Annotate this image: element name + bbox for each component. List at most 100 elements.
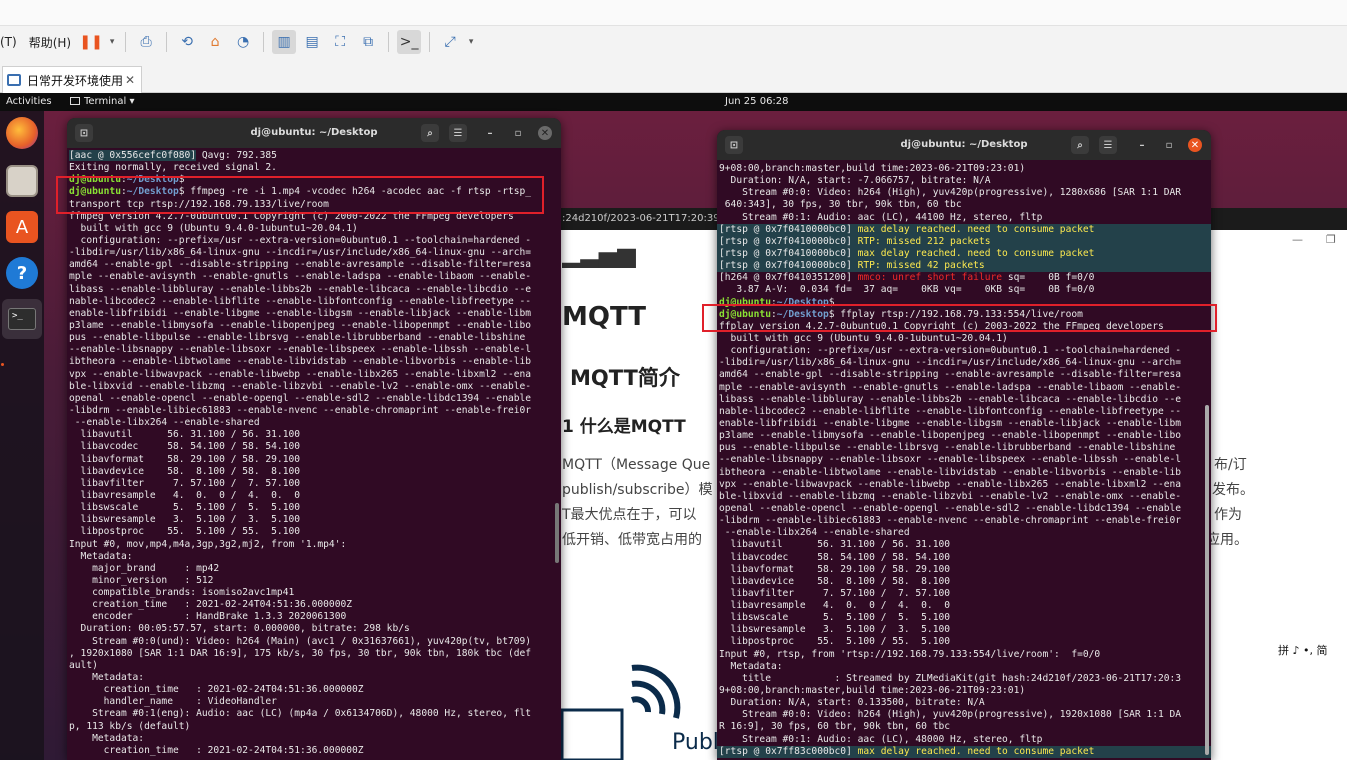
firefox-icon[interactable] — [6, 117, 38, 149]
terminal-line: Exiting normally, received signal 2. — [67, 162, 561, 174]
terminal-line: [rtsp @ 0x7ff83c000bc0] max delay reache… — [717, 745, 1211, 758]
ime-indicator[interactable]: 拼 ♪ •, 简 — [1278, 642, 1328, 658]
gnome-top-bar: Activities Terminal ▾ Jun 25 06:28 — [0, 93, 1347, 111]
menu-tools[interactable]: (T) — [0, 35, 23, 49]
terminal-output[interactable]: 9+08:00,branch:master,build time:2023-06… — [717, 163, 1211, 760]
terminal-text: [h264 @ 0x7f0410351200] — [719, 272, 852, 284]
scrollbar[interactable] — [1205, 405, 1209, 755]
article-para: 低开销、低带宽占用的 — [562, 532, 702, 548]
terminal-line: major_brand : mp42 — [67, 563, 561, 575]
terminal-text: Duration: 00:05:57.57, start: 0.000000, … — [69, 623, 410, 635]
terminal-line: 9+08:00,branch:master,build time:2023-06… — [717, 163, 1211, 175]
terminal-dock-item[interactable]: >_ — [2, 299, 42, 339]
maximize-icon[interactable]: ❐ — [1326, 233, 1336, 246]
terminal-icon: >_ — [8, 308, 36, 330]
sidebar-view-icon[interactable]: ▥ — [272, 30, 297, 54]
terminal-line: built with gcc 9 (Ubuntu 9.4.0-1ubuntu1~… — [717, 333, 1211, 345]
app-menu-label: Terminal ▾ — [84, 96, 135, 107]
terminal-line: encoder : HandBrake 1.3.3 2020061300 — [67, 611, 561, 623]
pause-icon[interactable]: ❚❚ — [79, 30, 103, 54]
terminal-text: mple --enable-avisynth --enable-gnutls -… — [719, 381, 1182, 393]
terminal-line: Duration: N/A, start: -7.066757, bitrate… — [717, 175, 1211, 187]
close-icon[interactable]: ✕ — [125, 73, 135, 87]
terminal-text: ibtheora --enable-libtwolame --enable-li… — [719, 466, 1182, 478]
search-icon[interactable]: ⌕ — [421, 124, 439, 142]
activities-button[interactable]: Activities — [6, 96, 52, 107]
terminal-line: libavcodec 58. 54.100 / 58. 54.100 — [717, 552, 1211, 564]
minimize-icon[interactable]: – — [1135, 138, 1149, 152]
terminal-line: libavdevice 58. 8.100 / 58. 8.100 — [67, 466, 561, 478]
terminal-text: libavfilter 7. 57.100 / 7. 57.100 — [719, 587, 951, 599]
terminal-line: Input #0, mov,mp4,m4a,3gp,3g2,mj2, from … — [67, 539, 561, 551]
terminal-text: handler_name : VideoHandler — [69, 696, 277, 708]
close-icon[interactable]: ✕ — [1188, 138, 1202, 152]
terminal-line: nable-libcodec2 --enable-libflite --enab… — [67, 296, 561, 308]
minimize-icon[interactable]: — — [1292, 233, 1303, 246]
software-icon[interactable]: A — [6, 211, 38, 243]
article-para-tail: 作为 — [1214, 507, 1242, 523]
terminal-text: RTP: missed 42 packets — [851, 260, 985, 272]
terminal-header-bar: ⊡ dj@ubuntu: ~/Desktop ⌕ ☰ – ▫ ✕ — [717, 130, 1211, 160]
left-terminal-window[interactable]: ⊡ dj@ubuntu: ~/Desktop ⌕ ☰ – ▫ ✕ [aac @ … — [67, 118, 561, 760]
app-menu[interactable]: Terminal ▾ — [70, 96, 134, 107]
vm-tab[interactable]: 日常开发环境使用 ✕ — [2, 66, 142, 93]
scrollbar[interactable] — [555, 503, 559, 563]
stretch-icon[interactable]: ⤢ — [438, 30, 462, 54]
terminal-text: ble-libxvid --enable-libzmq --enable-lib… — [719, 490, 1182, 502]
terminal-line: --enable-libx264 --enable-shared — [67, 417, 561, 429]
snapshot-manager-icon[interactable]: ◔ — [231, 30, 255, 54]
fullscreen-icon[interactable]: ⛶ — [328, 30, 352, 54]
terminal-output[interactable]: [aac @ 0x556cefc0f080] Qavg: 792.385 Exit… — [67, 150, 561, 760]
files-icon[interactable] — [6, 165, 38, 197]
terminal-line: --enable-libsnappy --enable-libsoxr --en… — [717, 454, 1211, 466]
maximize-icon[interactable]: ▫ — [1162, 138, 1176, 152]
terminal-line: -libdir=/usr/lib/x86_64-linux-gnu --incd… — [67, 247, 561, 259]
terminal-line: ibtheora --enable-libtwolame --enable-li… — [67, 356, 561, 368]
tabs-view-icon[interactable]: ▤ — [300, 30, 324, 54]
terminal-text: ble-libxvid --enable-libzmq --enable-lib… — [69, 380, 532, 392]
terminal-line: Metadata: — [67, 672, 561, 684]
toolbar-separator — [263, 32, 265, 52]
right-terminal-window[interactable]: ⊡ dj@ubuntu: ~/Desktop ⌕ ☰ – ▫ ✕ 9+08:00… — [717, 130, 1211, 760]
search-icon[interactable]: ⌕ — [1071, 136, 1089, 154]
chevron-down-icon[interactable]: ▾ — [107, 30, 117, 54]
hamburger-menu-icon[interactable]: ☰ — [449, 124, 467, 142]
terminal-text: R 16:9], 30 fps, 60 tbr, 90k tbn, 60 tbc — [719, 721, 951, 733]
terminal-text: Input #0, mov,mp4,m4a,3gp,3g2,mj2, from … — [69, 538, 347, 550]
terminal-text: [rtsp @ 0x7f0410000bc0] — [719, 247, 852, 259]
terminal-line: -libdir=/usr/lib/x86_64-linux-gnu --incd… — [717, 357, 1211, 369]
console-view-icon[interactable]: >_ — [397, 30, 422, 54]
send-keys-icon[interactable]: ⎙ — [134, 30, 158, 54]
terminal-line: amd64 --enable-gpl --disable-stripping -… — [67, 259, 561, 271]
terminal-text: openal --enable-opencl --enable-opengl -… — [719, 502, 1182, 514]
revert-snapshot-icon[interactable]: ⌂ — [203, 30, 227, 54]
terminal-line: nable-libcodec2 --enable-libflite --enab… — [717, 406, 1211, 418]
terminal-text: amd64 --enable-gpl --disable-stripping -… — [719, 369, 1182, 381]
unity-icon[interactable]: ⧉ — [356, 30, 380, 54]
help-icon[interactable]: ? — [6, 257, 38, 289]
terminal-line: p3lame --enable-libmysofa --enable-libop… — [67, 320, 561, 332]
terminal-line: vpx --enable-libwavpack --enable-libwebp… — [67, 369, 561, 381]
terminal-line: libavcodec 58. 54.100 / 58. 54.100 — [67, 441, 561, 453]
terminal-text: Metadata: — [69, 672, 145, 684]
menu-help[interactable]: 帮助(H) — [29, 34, 77, 51]
terminal-line: configuration: --prefix=/usr --extra-ver… — [717, 345, 1211, 357]
close-icon[interactable]: ✕ — [538, 126, 552, 140]
chevron-down-icon[interactable]: ▾ — [466, 30, 476, 54]
maximize-icon[interactable]: ▫ — [511, 126, 525, 140]
clock[interactable]: Jun 25 06:28 — [725, 96, 789, 107]
terminal-line: libavutil 56. 31.100 / 56. 31.100 — [717, 539, 1211, 551]
article-para: T最大优点在于，可以 — [562, 507, 697, 523]
minimize-icon[interactable]: – — [483, 126, 497, 140]
terminal-text: 640:343], 30 fps, 30 tbr, 90k tbn, 60 tb… — [719, 199, 962, 211]
terminal-text: pus --enable-libpulse --enable-librsvg -… — [69, 332, 526, 344]
terminal-text: -libdir=/usr/lib/x86_64-linux-gnu --incd… — [719, 357, 1182, 369]
terminal-text: --enable-libx264 --enable-shared — [69, 417, 260, 429]
vm-toolbar: (T) 帮助(H) ❚❚ ▾ ⎙ ⟲ ⌂ ◔ ▥ ▤ ⛶ ⧉ >_ ⤢ ▾ — [0, 26, 1347, 58]
terminal-line: libswresample 3. 5.100 / 3. 5.100 — [67, 514, 561, 526]
snapshot-icon[interactable]: ⟲ — [175, 30, 199, 54]
terminal-line: vpx --enable-libwavpack --enable-libwebp… — [717, 479, 1211, 491]
terminal-text: libavresample 4. 0. 0 / 4. 0. 0 — [719, 600, 951, 612]
hamburger-menu-icon[interactable]: ☰ — [1099, 136, 1117, 154]
terminal-line: [rtsp @ 0x7f0410000bc0] max delay reache… — [717, 223, 1211, 236]
